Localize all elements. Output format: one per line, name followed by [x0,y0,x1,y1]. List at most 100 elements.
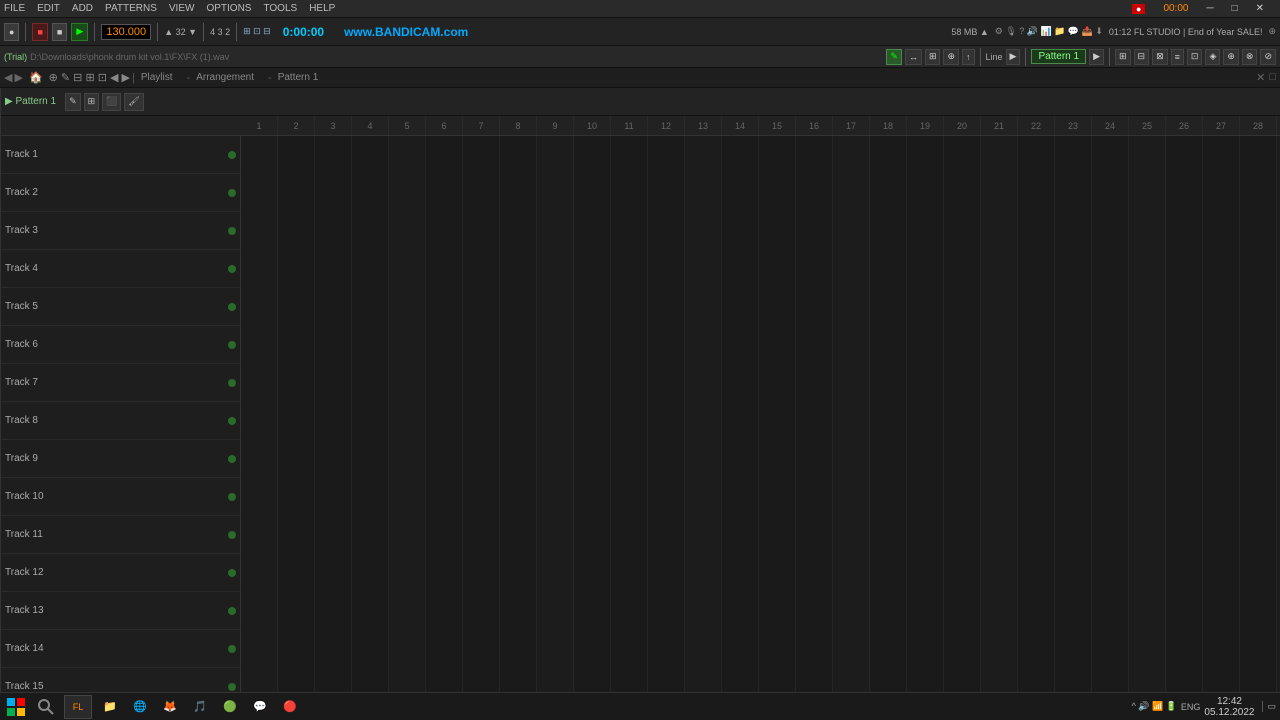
grid-cell-3-24[interactable] [1092,212,1129,250]
grid-cell-3-16[interactable] [796,212,833,250]
grid-cell-13-24[interactable] [1092,592,1129,630]
grid-row-3[interactable] [241,212,1280,250]
grid-cell-14-15[interactable] [759,630,796,668]
grid-cell-4-14[interactable] [722,250,759,288]
grid-cell-7-15[interactable] [759,364,796,402]
grid-cell-7-10[interactable] [574,364,611,402]
grid-cell-12-28[interactable] [1240,554,1277,592]
tab-arrangement[interactable]: Arrangement [192,70,258,85]
track-dot-10[interactable] [228,493,236,501]
grid-cell-10-3[interactable] [315,478,352,516]
grid-cell-15-6[interactable] [426,668,463,692]
grid-cell-4-22[interactable] [1018,250,1055,288]
grid-cell-13-21[interactable] [981,592,1018,630]
grid-cell-12-10[interactable] [574,554,611,592]
arr-paint[interactable]: 🖌 [124,93,143,111]
grid-cell-10-10[interactable] [574,478,611,516]
track-dot-8[interactable] [228,417,236,425]
grid-cell-11-1[interactable] [241,516,278,554]
grid-cell-8-1[interactable] [241,402,278,440]
track-dot-7[interactable] [228,379,236,387]
grid-cell-2-16[interactable] [796,174,833,212]
grid-row-1[interactable] [241,136,1280,174]
track-dot-14[interactable] [228,645,236,653]
grid-cell-10-13[interactable] [685,478,722,516]
grid-cell-13-23[interactable] [1055,592,1092,630]
grid-cell-13-9[interactable] [537,592,574,630]
grid-cell-12-5[interactable] [389,554,426,592]
grid-cell-2-6[interactable] [426,174,463,212]
grid-cell-2-9[interactable] [537,174,574,212]
grid-cell-12-22[interactable] [1018,554,1055,592]
grid-cell-4-21[interactable] [981,250,1018,288]
grid-cell-6-7[interactable] [463,326,500,364]
grid-cell-9-13[interactable] [685,440,722,478]
grid-cell-11-19[interactable] [907,516,944,554]
search-button[interactable] [34,695,58,719]
grid-cell-12-7[interactable] [463,554,500,592]
grid-cell-10-24[interactable] [1092,478,1129,516]
grid-cell-7-20[interactable] [944,364,981,402]
grid-cell-14-23[interactable] [1055,630,1092,668]
grid-cell-6-24[interactable] [1092,326,1129,364]
grid-cell-4-27[interactable] [1203,250,1240,288]
grid-cell-13-20[interactable] [944,592,981,630]
grid-cell-15-25[interactable] [1129,668,1166,692]
grid-cell-5-17[interactable] [833,288,870,326]
grid-cell-14-11[interactable] [611,630,648,668]
grid-cell-14-25[interactable] [1129,630,1166,668]
grid-cell-5-1[interactable] [241,288,278,326]
grid-cell-1-10[interactable] [574,136,611,174]
grid-cell-7-2[interactable] [278,364,315,402]
grid-cell-6-19[interactable] [907,326,944,364]
play-btn[interactable]: ▶ [71,23,88,41]
grid-cell-2-7[interactable] [463,174,500,212]
grid-cell-10-9[interactable] [537,478,574,516]
grid-cell-3-7[interactable] [463,212,500,250]
grid-cell-15-10[interactable] [574,668,611,692]
grid-cell-6-12[interactable] [648,326,685,364]
grid-cell-7-22[interactable] [1018,364,1055,402]
grid-cell-5-25[interactable] [1129,288,1166,326]
grid-cell-6-21[interactable] [981,326,1018,364]
grid-cell-9-5[interactable] [389,440,426,478]
grid-cell-14-14[interactable] [722,630,759,668]
taskbar-app1[interactable]: 🔴 [278,695,302,719]
magnet-btn[interactable]: ⊞ [925,49,941,65]
grid-cell-9-25[interactable] [1129,440,1166,478]
grid-cell-7-6[interactable] [426,364,463,402]
grid-cell-2-19[interactable] [907,174,944,212]
grid-cell-3-14[interactable] [722,212,759,250]
grid-cell-15-11[interactable] [611,668,648,692]
start-button[interactable] [4,695,28,719]
grid-row-5[interactable] [241,288,1280,326]
grid-cell-7-9[interactable] [537,364,574,402]
grid-cell-13-19[interactable] [907,592,944,630]
grid-cell-12-16[interactable] [796,554,833,592]
grid-cell-4-11[interactable] [611,250,648,288]
minimize-btn[interactable]: ─ [1206,3,1213,14]
grid-cell-14-24[interactable] [1092,630,1129,668]
grid-cell-13-5[interactable] [389,592,426,630]
grid-cell-3-11[interactable] [611,212,648,250]
grid-cell-15-20[interactable] [944,668,981,692]
nav-close[interactable]: ✕ [1256,71,1265,84]
grid-cell-10-11[interactable] [611,478,648,516]
grid-cell-15-8[interactable] [500,668,537,692]
grid-cell-3-13[interactable] [685,212,722,250]
grid-cell-13-28[interactable] [1240,592,1277,630]
grid-cell-7-12[interactable] [648,364,685,402]
grid-cell-11-12[interactable] [648,516,685,554]
grid-cell-9-4[interactable] [352,440,389,478]
grid-cell-10-14[interactable] [722,478,759,516]
bpm-display[interactable]: 130.000 [101,24,151,40]
grid-cell-7-13[interactable] [685,364,722,402]
grid-cell-15-18[interactable] [870,668,907,692]
grid-cell-5-21[interactable] [981,288,1018,326]
zoom-btn[interactable]: ⊕ [943,49,959,65]
grid-cell-1-27[interactable] [1203,136,1240,174]
grid-cell-9-23[interactable] [1055,440,1092,478]
grid-cell-4-1[interactable] [241,250,278,288]
grid-cell-8-26[interactable] [1166,402,1203,440]
grid-cell-14-22[interactable] [1018,630,1055,668]
